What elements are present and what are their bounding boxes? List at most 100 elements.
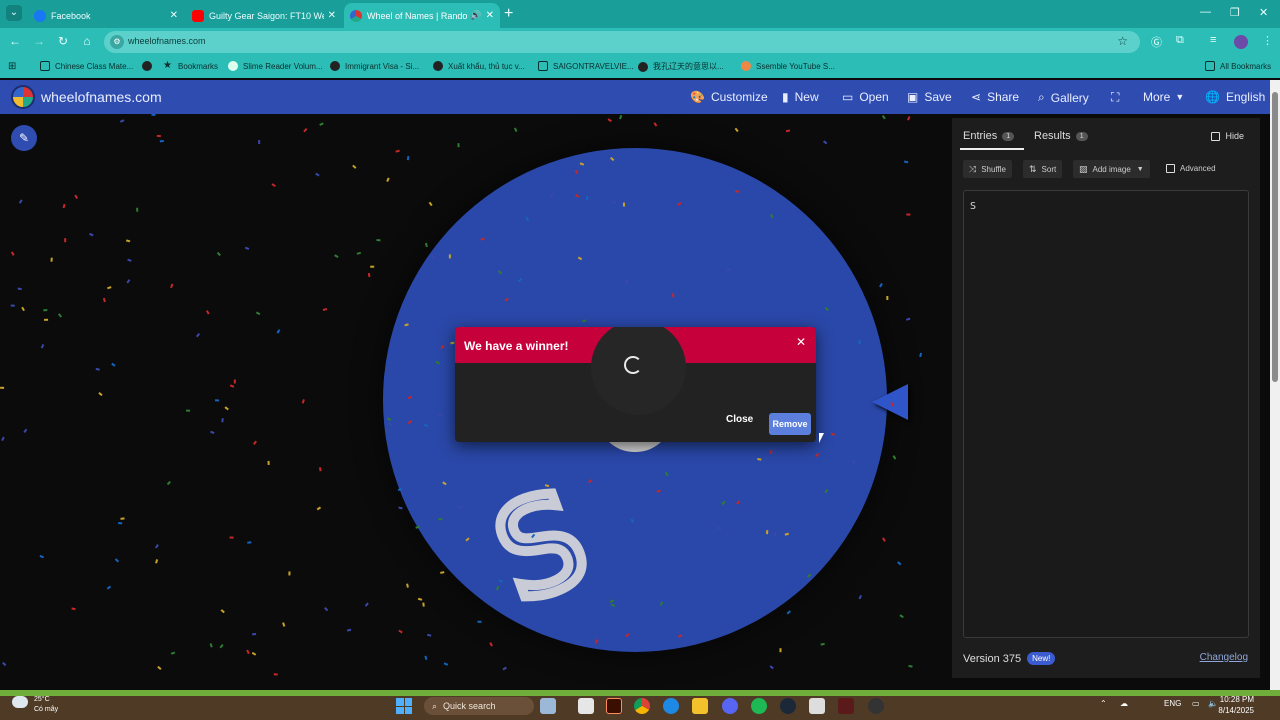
search-icon: ⌕: [1038, 90, 1045, 104]
confetti-piece: [734, 127, 739, 133]
app-icon[interactable]: [868, 698, 884, 714]
new-tab-button[interactable]: +: [504, 5, 513, 23]
bookmark-item[interactable]: Immigrant Visa - Si...: [330, 61, 419, 71]
spotify-icon[interactable]: [751, 698, 767, 714]
palette-icon: 🎨: [690, 90, 705, 104]
home-icon[interactable]: ⌂: [79, 34, 95, 48]
folder-icon: [40, 61, 50, 71]
close-icon[interactable]: ✕: [328, 10, 336, 21]
reload-icon[interactable]: ↻: [55, 34, 71, 48]
confetti-piece: [903, 160, 909, 164]
bookmark-star-icon[interactable]: ☆: [1117, 34, 1128, 48]
advanced-toggle[interactable]: Advanced: [1166, 164, 1216, 173]
new-button[interactable]: ▮ New: [782, 90, 819, 104]
site-info-icon[interactable]: ⚙: [110, 35, 124, 49]
app-icon[interactable]: [540, 698, 556, 714]
windows-start-icon[interactable]: [396, 698, 412, 714]
confetti-piece: [170, 283, 174, 289]
globe-icon: 🌐: [1205, 90, 1220, 104]
hide-toggle[interactable]: Hide: [1211, 131, 1244, 141]
brand-name[interactable]: wheelofnames.com: [41, 89, 162, 105]
onedrive-icon[interactable]: ☁: [1120, 699, 1128, 708]
folder-icon: [538, 61, 548, 71]
fullscreen-button[interactable]: ⛶: [1111, 90, 1125, 105]
save-button[interactable]: ▣ Save: [907, 90, 952, 104]
open-button[interactable]: ▭ Open: [842, 90, 889, 104]
share-icon: ⋖: [971, 90, 982, 104]
restore-icon[interactable]: ❐: [1230, 6, 1240, 19]
bookmark-item[interactable]: [142, 61, 157, 71]
tab-search-button[interactable]: ⌄: [6, 5, 22, 21]
entries-textarea[interactable]: S: [963, 190, 1249, 638]
profile-avatar[interactable]: [1234, 35, 1248, 49]
tab-wheel-of-names[interactable]: Wheel of Names | Random 🔊 ✕: [344, 3, 500, 28]
confetti-piece: [324, 606, 329, 612]
bookmark-item[interactable]: SAIGONTRAVELVIE...: [538, 61, 634, 71]
more-button[interactable]: More ▼: [1143, 90, 1184, 104]
google-icon[interactable]: Ⓖ: [1151, 34, 1162, 50]
app-icon[interactable]: [809, 698, 825, 714]
share-button[interactable]: ⋖ Share: [971, 90, 1019, 104]
back-icon[interactable]: ←: [7, 34, 23, 48]
bookmark-item[interactable]: 我孔辽天的意思以...: [638, 61, 724, 72]
tab-results[interactable]: Results 1: [1034, 130, 1088, 142]
minimize-icon[interactable]: —: [1200, 6, 1211, 18]
game-icon[interactable]: [838, 698, 854, 714]
browser-menu-icon[interactable]: ⋮: [1262, 34, 1273, 47]
version-label: Version 375: [963, 652, 1022, 665]
address-bar[interactable]: ⚙ wheelofnames.com ☆: [104, 31, 1140, 53]
window-close-icon[interactable]: ✕: [1259, 6, 1268, 19]
confetti-piece: [21, 306, 25, 312]
scrollbar-thumb[interactable]: [1272, 92, 1278, 382]
checkbox[interactable]: [1166, 164, 1175, 173]
tab-entries[interactable]: Entries 1: [963, 130, 1015, 142]
bookmark-item[interactable]: ★ Bookmarks: [163, 61, 218, 71]
page-scrollbar[interactable]: [1270, 80, 1280, 690]
media-controls-icon[interactable]: ≡: [1210, 34, 1216, 46]
bookmark-item[interactable]: Xuất khẩu, thủ tục v...: [433, 61, 525, 71]
close-button[interactable]: Close: [726, 414, 753, 425]
taskbar-search[interactable]: ⌕ Quick search: [424, 697, 534, 715]
checkbox[interactable]: [1211, 131, 1221, 141]
wheel-logo-icon[interactable]: [11, 85, 35, 109]
network-icon[interactable]: ▭: [1192, 699, 1200, 708]
language-indicator[interactable]: ENG: [1164, 699, 1181, 708]
close-icon[interactable]: ✕: [796, 335, 806, 349]
forward-icon[interactable]: →: [31, 34, 47, 48]
confetti-piece: [107, 286, 112, 290]
bookmark-item[interactable]: Chinese Class Mate...: [40, 61, 133, 71]
all-bookmarks[interactable]: All Bookmarks: [1205, 61, 1271, 71]
apps-icon[interactable]: ⊞: [8, 61, 16, 72]
save-icon: ▣: [907, 90, 919, 104]
volume-icon[interactable]: 🔈: [1208, 699, 1218, 708]
file-explorer-icon[interactable]: [578, 698, 594, 714]
tab-youtube[interactable]: Guilty Gear Saigon: FT10 Weekl ✕: [186, 3, 342, 28]
language-button[interactable]: 🌐 English: [1205, 90, 1265, 104]
steam-icon[interactable]: [780, 698, 796, 714]
remove-button[interactable]: Remove: [769, 413, 811, 435]
close-icon[interactable]: ✕: [486, 10, 494, 21]
tray-overflow-icon[interactable]: ⌃: [1100, 699, 1107, 708]
sort-button[interactable]: ⇅ Sort: [1023, 160, 1063, 178]
folder-icon[interactable]: [692, 698, 708, 714]
add-image-button[interactable]: ▨ Add image ▼: [1073, 160, 1150, 178]
speaker-icon[interactable]: 🔊: [470, 10, 481, 21]
shuffle-button[interactable]: ⤨ Shuffle: [963, 160, 1012, 178]
customize-button[interactable]: 🎨 Customize: [690, 90, 768, 104]
chrome-icon[interactable]: [634, 698, 650, 714]
discord-icon[interactable]: [722, 698, 738, 714]
taskbar-clock[interactable]: 10:28 PM 8/14/2025: [1218, 694, 1254, 716]
gallery-button[interactable]: ⌕ Gallery: [1038, 90, 1089, 105]
version-info: Version 375 New!: [963, 652, 1056, 665]
close-icon[interactable]: ✕: [170, 10, 178, 21]
url-text[interactable]: wheelofnames.com: [128, 36, 206, 46]
bookmark-item[interactable]: Slime Reader Volum...: [228, 61, 323, 71]
changelog-link[interactable]: Changelog: [1200, 652, 1248, 663]
tab-facebook[interactable]: Facebook ✕: [28, 3, 184, 28]
edit-pencil-icon[interactable]: ✎: [11, 125, 37, 151]
extensions-icon[interactable]: ⧉: [1176, 34, 1184, 47]
confetti-piece: [881, 115, 886, 120]
bookmark-item[interactable]: Ssemble YouTube S...: [741, 61, 835, 71]
illustrator-icon[interactable]: [606, 698, 622, 714]
edge-icon[interactable]: [663, 698, 679, 714]
